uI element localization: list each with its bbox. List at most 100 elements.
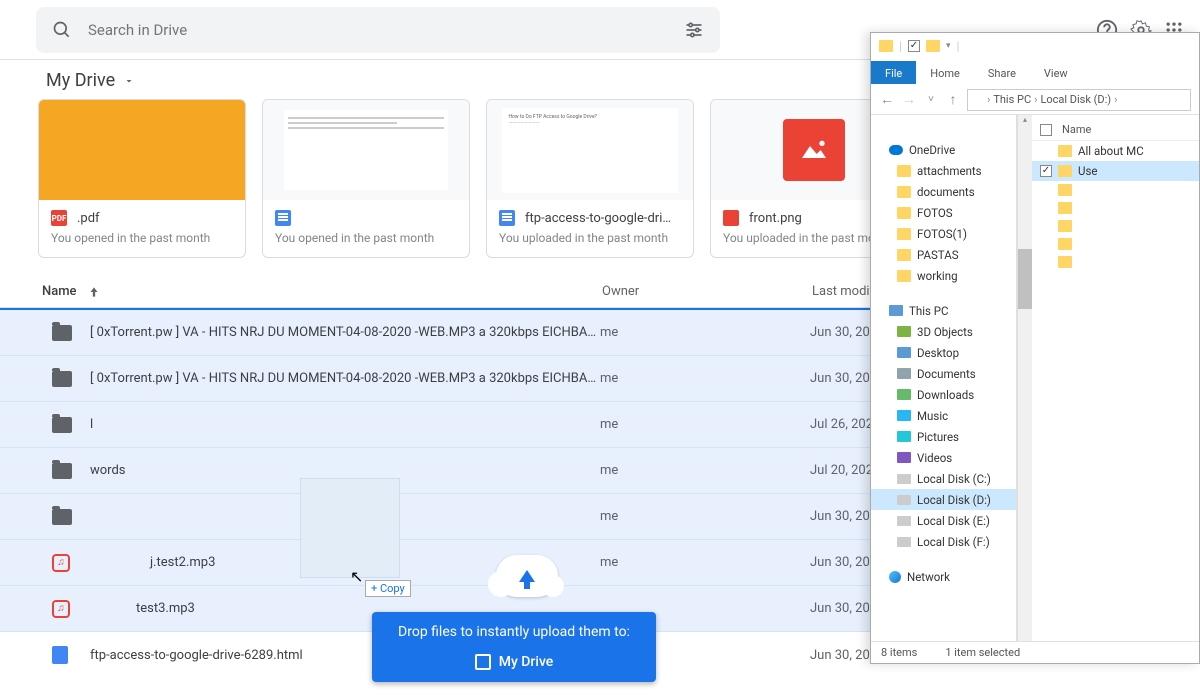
gdoc-icon: [275, 210, 291, 226]
tree-item[interactable]: Downloads: [871, 384, 1016, 405]
list-item[interactable]: [1032, 235, 1199, 253]
html-icon: [52, 646, 68, 664]
list-item[interactable]: All about MC: [1032, 141, 1199, 161]
desktop-icon: [897, 347, 911, 358]
tree-item[interactable]: Local Disk (F:): [871, 531, 1016, 552]
folder-icon: [879, 40, 893, 52]
search-input[interactable]: [88, 21, 684, 39]
card-title: .pdf: [77, 211, 100, 226]
search-bar[interactable]: [36, 7, 720, 53]
addr-thispc[interactable]: This PC: [993, 93, 1031, 106]
checkbox[interactable]: [1040, 165, 1052, 177]
tree-item[interactable]: Music: [871, 405, 1016, 426]
chevron-down-icon: [123, 75, 135, 87]
folder-icon: [897, 249, 911, 261]
explorer-titlebar[interactable]: | ▾ |: [871, 33, 1199, 59]
folder-icon: [1058, 238, 1072, 250]
drive-icon: [897, 495, 911, 505]
tree-thispc[interactable]: This PC: [871, 300, 1016, 321]
select-all-checkbox[interactable]: [1040, 124, 1052, 136]
tree-item[interactable]: Videos: [871, 447, 1016, 468]
folder-icon: [1058, 145, 1072, 157]
status-selected: 1 item selected: [945, 646, 1020, 659]
drive-icon: [897, 516, 911, 526]
sort-arrow-icon: [87, 285, 101, 299]
drive-icon: [897, 537, 911, 547]
card-preview: [39, 100, 245, 200]
list-item[interactable]: [1032, 181, 1199, 199]
card-title: front.png: [749, 211, 802, 226]
upload-cloud-icon: [496, 555, 558, 597]
folder-icon: [897, 270, 911, 282]
list-item[interactable]: [1032, 217, 1199, 235]
gdoc-icon: [499, 210, 515, 226]
col-owner-header[interactable]: Owner: [602, 284, 812, 299]
explorer-body: OneDrive attachments documents FOTOS FOT…: [871, 115, 1199, 641]
folder-icon: [1058, 256, 1072, 268]
col-name-header[interactable]: Name: [42, 284, 602, 299]
upload-banner: Drop files to instantly upload them to: …: [372, 612, 656, 682]
checkbox-icon[interactable]: [908, 40, 920, 52]
tree-item[interactable]: Local Disk (D:): [871, 489, 1016, 510]
list-item[interactable]: [1032, 199, 1199, 217]
suggested-card[interactable]: You opened in the past month: [262, 99, 470, 258]
list-item[interactable]: [1032, 253, 1199, 271]
list-header[interactable]: Name: [1032, 119, 1199, 141]
tree-item[interactable]: Local Disk (E:): [871, 510, 1016, 531]
drive-icon: [897, 474, 911, 484]
explorer-address-bar: ← → ˅ ↑ › This PC › Local Disk (D:) ›: [871, 85, 1199, 115]
forward-button[interactable]: →: [901, 91, 917, 108]
tree-scrollbar[interactable]: ▴: [1017, 115, 1032, 641]
audio-icon: ♫: [52, 600, 70, 618]
explorer-tree: OneDrive attachments documents FOTOS FOT…: [871, 115, 1017, 641]
tree-onedrive[interactable]: OneDrive: [871, 139, 1016, 160]
back-button[interactable]: ←: [879, 91, 895, 108]
tree-item[interactable]: Desktop: [871, 342, 1016, 363]
tree-item[interactable]: Local Disk (C:): [871, 468, 1016, 489]
card-subtitle: You opened in the past month: [263, 231, 469, 257]
folder-icon: [897, 207, 911, 219]
addr-drive[interactable]: Local Disk (D:): [1040, 93, 1111, 106]
documents-icon: [897, 368, 911, 379]
folder-icon: [1058, 220, 1072, 232]
folder-icon: [1058, 184, 1072, 196]
status-count: 8 items: [881, 646, 917, 659]
breadcrumb[interactable]: My Drive: [46, 70, 135, 91]
folder-icon: [52, 371, 72, 387]
folder-icon: [972, 95, 984, 105]
suggested-card[interactable]: How to Do FTP Access to Google Drive?———…: [486, 99, 694, 258]
folder-icon: [52, 463, 72, 479]
tree-item[interactable]: Documents: [871, 363, 1016, 384]
up-button[interactable]: ↑: [945, 91, 961, 108]
explorer-statusbar: 8 items 1 item selected: [871, 641, 1199, 663]
tree-item[interactable]: FOTOS: [871, 202, 1016, 223]
folder-icon: [52, 417, 72, 433]
tab-view[interactable]: View: [1030, 61, 1082, 84]
tune-icon[interactable]: [684, 20, 704, 40]
tree-item[interactable]: 3D Objects: [871, 321, 1016, 342]
pdf-icon: PDF: [51, 210, 67, 226]
explorer-list: Name All about MC Use: [1032, 115, 1199, 641]
folder-icon: [1058, 165, 1072, 177]
tree-item[interactable]: working: [871, 265, 1016, 286]
tab-share[interactable]: Share: [974, 61, 1030, 84]
drive-icon: [475, 654, 491, 670]
3d-icon: [897, 326, 911, 337]
tab-file[interactable]: File: [871, 61, 916, 84]
card-title: ftp-access-to-google-dri…: [525, 211, 671, 226]
onedrive-icon: [889, 145, 903, 155]
tree-item[interactable]: PASTAS: [871, 244, 1016, 265]
folder-icon: [1058, 202, 1072, 214]
tree-item[interactable]: attachments: [871, 160, 1016, 181]
list-item[interactable]: Use: [1032, 161, 1199, 181]
tree-item[interactable]: documents: [871, 181, 1016, 202]
card-subtitle: You uploaded in the past month: [487, 231, 693, 257]
tree-network[interactable]: Network: [871, 566, 1016, 587]
tree-item[interactable]: FOTOS(1): [871, 223, 1016, 244]
tree-item[interactable]: Pictures: [871, 426, 1016, 447]
tab-home[interactable]: Home: [916, 61, 974, 84]
upload-target: My Drive: [499, 654, 554, 670]
recent-button[interactable]: ˅: [923, 94, 939, 105]
suggested-card[interactable]: PDF.pdf You opened in the past month: [38, 99, 246, 258]
upload-text: Drop files to instantly upload them to:: [382, 624, 646, 640]
